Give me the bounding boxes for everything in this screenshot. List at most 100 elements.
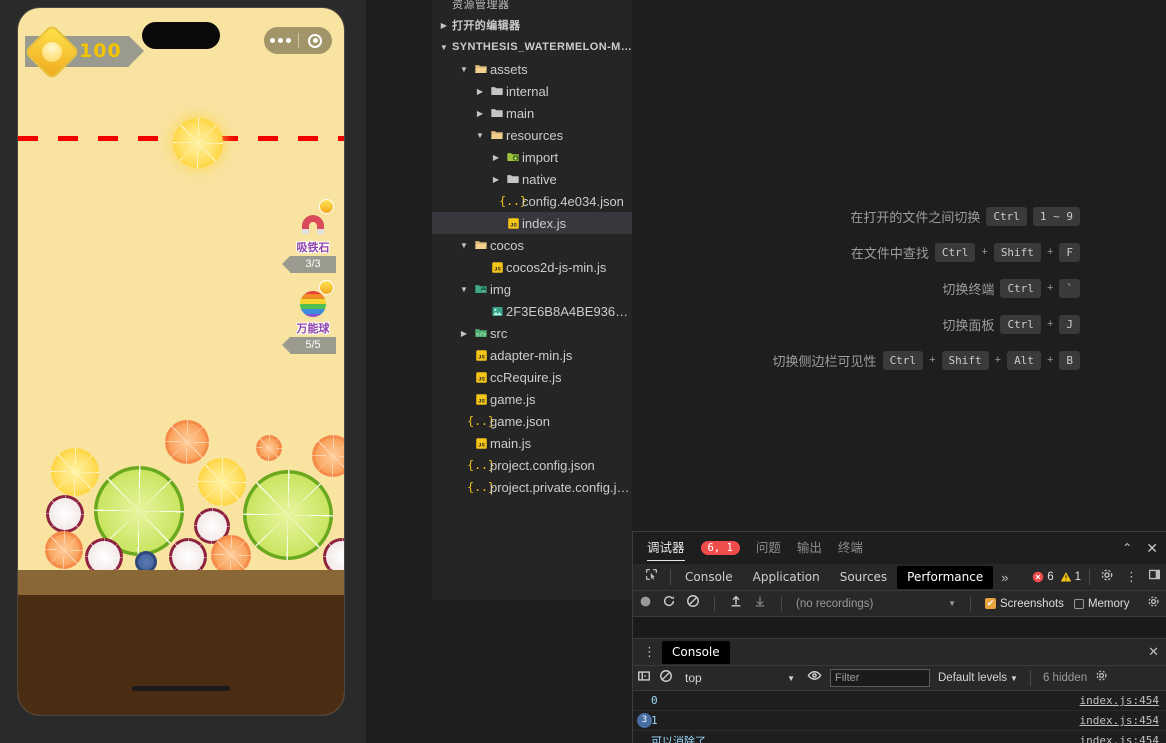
- console-log-row[interactable]: 31index.js:454: [633, 711, 1166, 731]
- console-filter-input[interactable]: Filter: [830, 669, 930, 687]
- tree-item-project.private.config.js...[interactable]: {..}project.private.config.js...: [432, 476, 632, 498]
- powerup-rainbow[interactable]: 万能球 5/5: [290, 285, 336, 354]
- chevron-down-icon: ▼: [787, 674, 795, 683]
- section-project-root[interactable]: ▼ SYNTHESIS_WATERMELON-MAIN: [432, 36, 632, 58]
- tree-item-main[interactable]: ▶main: [432, 102, 632, 124]
- tree-item-game.json[interactable]: {..}game.json: [432, 410, 632, 432]
- tree-item-config.4e034.json[interactable]: {..}config.4e034.json: [432, 190, 632, 212]
- powerup-magnet[interactable]: 吸铁石 3/3: [290, 204, 336, 273]
- panel-tab-terminal[interactable]: 终端: [838, 532, 863, 564]
- hidden-messages-count[interactable]: 6 hidden: [1043, 672, 1087, 684]
- chevron-down-icon[interactable]: ▼: [456, 241, 472, 250]
- target-circle-icon[interactable]: [299, 34, 333, 48]
- more-vertical-icon[interactable]: ⋮: [637, 647, 662, 657]
- log-source-link[interactable]: index.js:454: [1080, 734, 1159, 743]
- tree-item-img[interactable]: ▼ img: [432, 278, 632, 300]
- json-icon: {..}: [472, 480, 490, 494]
- capture-settings-gear-icon[interactable]: [1147, 595, 1160, 613]
- console-context-select[interactable]: top ▼: [681, 671, 799, 685]
- chevron-up-icon[interactable]: ⌃: [1122, 541, 1132, 555]
- gear-icon[interactable]: [1095, 669, 1108, 687]
- console-log-row[interactable]: 0index.js:454: [633, 691, 1166, 711]
- error-count-badge[interactable]: 6: [1032, 571, 1053, 583]
- tree-item-import[interactable]: ▶import: [432, 146, 632, 168]
- overflow-tabs-button[interactable]: »: [993, 570, 1016, 585]
- screenshots-checkbox[interactable]: ✔ Screenshots: [985, 598, 1064, 610]
- eye-icon[interactable]: [807, 668, 822, 688]
- console-log-row[interactable]: 可以消除了index.js:454: [633, 731, 1166, 743]
- more-dots-icon[interactable]: [264, 38, 298, 43]
- chevron-right-icon[interactable]: ▶: [488, 153, 504, 162]
- log-source-link[interactable]: index.js:454: [1080, 714, 1159, 727]
- tree-item-assets[interactable]: ▼ assets: [432, 58, 632, 80]
- warning-count-badge[interactable]: 1: [1060, 571, 1081, 583]
- chevron-right-icon[interactable]: ▶: [472, 87, 488, 96]
- tree-item-label: img: [490, 282, 511, 297]
- chevron-right-icon[interactable]: ▶: [456, 329, 472, 338]
- chevron-right-icon[interactable]: ▶: [488, 175, 504, 184]
- tree-item-cocos[interactable]: ▼cocos: [432, 234, 632, 256]
- shortcut-hint-row: 在打开的文件之间切换Ctrl1 ~ 9: [700, 198, 1080, 234]
- tree-item-main.js[interactable]: JSmain.js: [432, 432, 632, 454]
- fruit-orange: [211, 535, 251, 575]
- inspect-cursor-icon[interactable]: [637, 568, 666, 586]
- folder-open-icon: [488, 128, 506, 142]
- tree-item-adapter-min.js[interactable]: JSadapter-min.js: [432, 344, 632, 366]
- error-icon: [1032, 571, 1044, 583]
- shortcut-key: 1 ~ 9: [1033, 207, 1080, 226]
- tree-item-game.js[interactable]: JSgame.js: [432, 388, 632, 410]
- recordings-select[interactable]: (no recordings) ▼: [796, 598, 956, 610]
- close-icon[interactable]: ✕: [1146, 540, 1158, 557]
- shortcut-key: `: [1059, 279, 1080, 298]
- chevron-down-icon[interactable]: ▼: [472, 131, 488, 140]
- tree-item-internal[interactable]: ▶internal: [432, 80, 632, 102]
- tree-item-project.config.json[interactable]: {..}project.config.json: [432, 454, 632, 476]
- tab-performance[interactable]: Performance: [897, 566, 993, 589]
- tree-item-resources[interactable]: ▼resources: [432, 124, 632, 146]
- tree-item-src[interactable]: ▶</>src: [432, 322, 632, 344]
- js-icon: JS: [472, 437, 490, 450]
- fruit-segments: [51, 448, 99, 496]
- upload-arrow-icon[interactable]: [729, 594, 743, 613]
- project-name-label: SYNTHESIS_WATERMELON-MAIN: [452, 41, 632, 53]
- tree-item-ccrequire.js[interactable]: JSccRequire.js: [432, 366, 632, 388]
- panel-tab-output[interactable]: 输出: [797, 532, 822, 564]
- download-arrow-icon[interactable]: [753, 594, 767, 613]
- key-joiner: +: [981, 246, 987, 258]
- memory-checkbox[interactable]: Memory: [1074, 598, 1130, 610]
- record-circle-icon[interactable]: [639, 595, 652, 613]
- log-source-link[interactable]: index.js:454: [1080, 694, 1159, 707]
- more-vertical-icon[interactable]: ⋮: [1120, 572, 1143, 582]
- tree-item-label: assets: [490, 62, 528, 77]
- chevron-down-icon[interactable]: ▼: [456, 285, 472, 294]
- game-floor: [18, 570, 344, 715]
- miniprogram-capsule[interactable]: [264, 27, 332, 54]
- clear-console-icon[interactable]: [659, 669, 673, 688]
- clear-icon[interactable]: [686, 594, 700, 613]
- drawer-tab-console[interactable]: Console: [662, 641, 730, 664]
- close-icon[interactable]: ✕: [1140, 644, 1166, 660]
- chevron-right-icon[interactable]: ▶: [472, 109, 488, 118]
- tree-item-native[interactable]: ▶native: [432, 168, 632, 190]
- gear-icon[interactable]: [1094, 568, 1120, 587]
- tree-item-index.js[interactable]: JSindex.js: [432, 212, 632, 234]
- dock-panel-icon[interactable]: [1143, 568, 1166, 586]
- tree-item-2f3e6b8a4be936870...[interactable]: 2F3E6B8A4BE936870...: [432, 300, 632, 322]
- panel-tab-problems[interactable]: 问题: [756, 532, 781, 564]
- console-sidebar-icon[interactable]: [637, 669, 651, 688]
- tab-console[interactable]: Console: [675, 566, 743, 589]
- score-value: 100: [79, 40, 122, 62]
- reload-icon[interactable]: [662, 594, 676, 613]
- tab-sources[interactable]: Sources: [830, 566, 897, 589]
- game-preview-pane: 100 吸铁石 3/3: [0, 0, 366, 743]
- section-open-editors[interactable]: ▶ 打开的编辑器: [432, 14, 632, 36]
- chevron-down-icon[interactable]: ▼: [436, 43, 452, 52]
- tree-item-label: ccRequire.js: [490, 370, 562, 385]
- chevron-right-icon[interactable]: ▶: [436, 21, 452, 30]
- console-levels-select[interactable]: Default levels ▼: [938, 672, 1018, 684]
- fruit-orange: [165, 420, 209, 464]
- chevron-down-icon[interactable]: ▼: [456, 65, 472, 74]
- tree-item-cocos2d-js-min.js[interactable]: JScocos2d-js-min.js: [432, 256, 632, 278]
- panel-tab-debugger[interactable]: 调试器: [647, 532, 685, 564]
- tab-application[interactable]: Application: [743, 566, 830, 589]
